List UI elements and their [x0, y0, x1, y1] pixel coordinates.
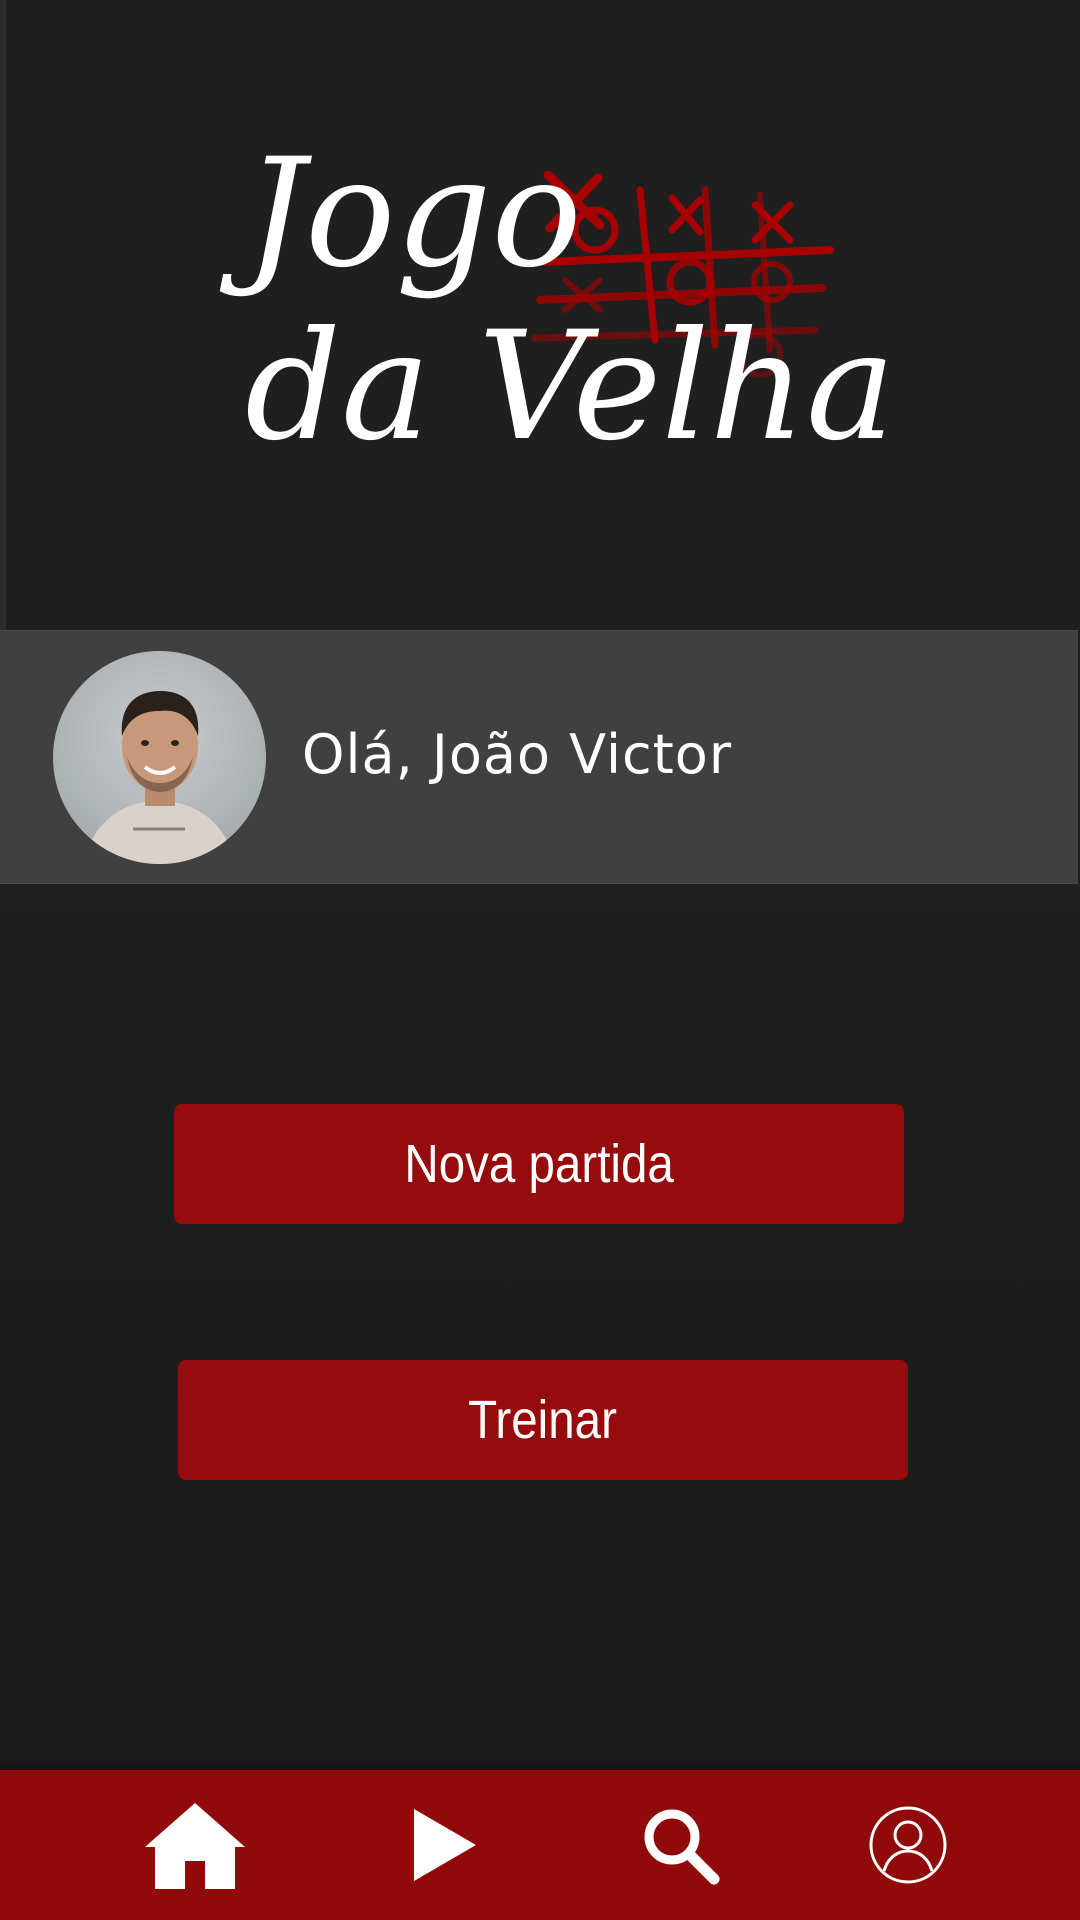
play-icon	[414, 1809, 476, 1881]
bottom-nav	[0, 1770, 1080, 1920]
profile-icon	[869, 1806, 947, 1884]
home-screen: Jogo da Velha Olá, João Victor Nova part…	[0, 0, 1080, 1920]
home-icon	[145, 1803, 245, 1889]
new-match-button[interactable]: Nova partida	[174, 1104, 904, 1224]
avatar[interactable]	[53, 651, 266, 864]
train-label: Treinar	[468, 1390, 618, 1450]
logo-line-2: da Velha	[245, 300, 895, 474]
new-match-label: Nova partida	[404, 1134, 674, 1194]
nav-search[interactable]	[610, 1770, 750, 1920]
avatar-photo	[83, 691, 236, 864]
train-button[interactable]: Treinar	[178, 1360, 908, 1480]
app-logo: Jogo da Velha	[219, 127, 895, 474]
greeting-bar: Olá, João Victor	[0, 630, 1078, 884]
nav-play[interactable]	[375, 1770, 515, 1920]
nav-home[interactable]	[125, 1770, 265, 1920]
greeting-text: Olá, João Victor	[302, 723, 733, 786]
search-icon	[644, 1809, 720, 1885]
nav-profile[interactable]	[838, 1770, 978, 1920]
logo-line-1: Jogo	[219, 127, 582, 301]
